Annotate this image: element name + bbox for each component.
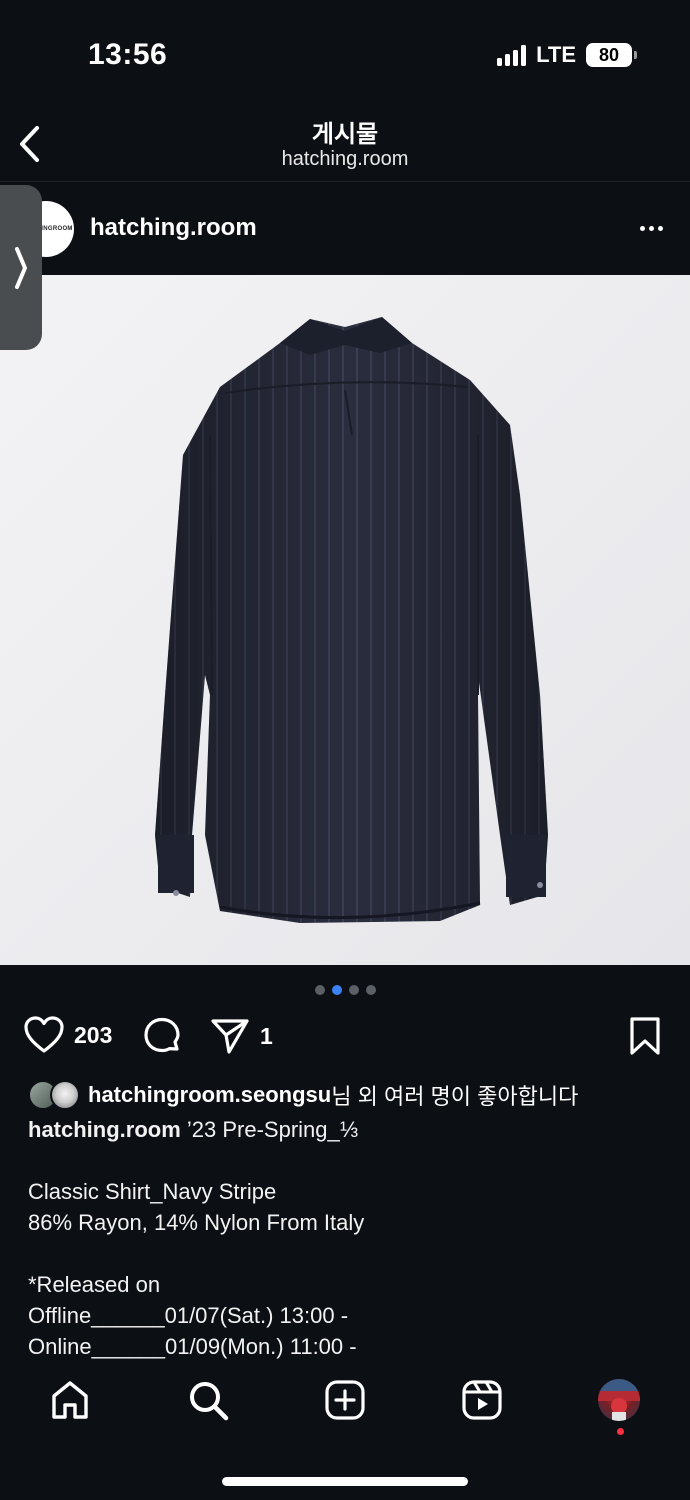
- signal-icon: [497, 44, 527, 66]
- search-icon: [190, 1382, 229, 1421]
- post-header: HATCHINGROOM hatching.room: [0, 183, 690, 275]
- profile-photo: [598, 1379, 640, 1421]
- profile-avatar: [598, 1379, 640, 1421]
- post-caption: hatching.room ’23 Pre-Spring_⅓ Classic S…: [28, 1114, 668, 1360]
- send-icon: [211, 1019, 249, 1054]
- caption-line: Classic Shirt_Navy Stripe: [28, 1179, 277, 1204]
- carousel-dot: [314, 985, 325, 995]
- caption-line: Offline______01/07(Sat.) 13:00 -: [28, 1303, 349, 1328]
- liked-by-username[interactable]: hatchingroom.seongsu: [88, 1082, 331, 1108]
- save-button[interactable]: [628, 1016, 662, 1056]
- side-panel-handle[interactable]: [0, 185, 42, 350]
- tab-home[interactable]: [48, 1378, 92, 1422]
- carousel-indicator: [0, 985, 690, 995]
- status-indicators: LTE 80: [497, 42, 637, 68]
- page-title: 게시물: [311, 121, 379, 148]
- tab-reels[interactable]: [460, 1378, 504, 1422]
- tab-create[interactable]: [323, 1378, 367, 1422]
- action-bar: 203 1: [0, 1012, 690, 1062]
- share-button[interactable]: 1: [210, 1016, 273, 1056]
- caption-line: ’23 Pre-Spring_⅓: [180, 1117, 359, 1142]
- chevron-right-icon: [15, 246, 27, 289]
- likes-count: 203: [74, 1021, 113, 1048]
- caption-line: *Released on: [28, 1272, 161, 1297]
- shares-count: 1: [260, 1022, 273, 1049]
- caption-line: Online______01/09(Mon.) 11:00 -: [28, 1334, 357, 1359]
- network-type: LTE: [536, 42, 576, 67]
- battery-icon: 80: [586, 43, 637, 67]
- status-time: 13:56: [88, 38, 168, 71]
- more-horizontal-icon: [639, 225, 645, 231]
- carousel-dot: [365, 985, 376, 995]
- reels-icon: [462, 1380, 502, 1420]
- caption-line: 86% Rayon, 14% Nylon From Italy: [28, 1210, 365, 1235]
- liked-by-text: 님 외 여러 명이 좋아합니다: [331, 1084, 579, 1109]
- notification-dot: [617, 1428, 624, 1435]
- home-icon: [52, 1381, 88, 1419]
- post-image[interactable]: [0, 275, 690, 965]
- battery-level: 80: [598, 44, 620, 65]
- heart-icon: [24, 1016, 64, 1053]
- caption-username[interactable]: hatching.room: [28, 1117, 181, 1142]
- carousel-dot: [348, 985, 359, 995]
- status-bar: 13:56 LTE 80: [0, 0, 690, 100]
- tab-profile[interactable]: [597, 1378, 641, 1422]
- bookmark-icon: [630, 1017, 660, 1055]
- more-dot: [657, 225, 663, 231]
- more-dot: [648, 225, 654, 231]
- home-indicator: [222, 1477, 468, 1486]
- liked-by[interactable]: hatchingroom.seongsu 님 외 여러 명이 좋아합니다: [28, 1078, 578, 1112]
- comment-icon: [144, 1017, 180, 1053]
- post-username[interactable]: hatching.room: [90, 214, 257, 242]
- tab-search[interactable]: [186, 1378, 230, 1422]
- page-subtitle[interactable]: hatching.room: [0, 148, 690, 171]
- nav-header: 게시물 hatching.room: [0, 100, 690, 182]
- shirt-image: [155, 317, 548, 923]
- like-button[interactable]: 203: [24, 1016, 112, 1054]
- more-button[interactable]: [636, 215, 666, 241]
- liker-avatar: [50, 1080, 80, 1110]
- create-icon: [325, 1380, 365, 1420]
- carousel-dot-active: [331, 985, 342, 995]
- comment-button[interactable]: [142, 1016, 182, 1056]
- liker-avatars: [28, 1080, 84, 1110]
